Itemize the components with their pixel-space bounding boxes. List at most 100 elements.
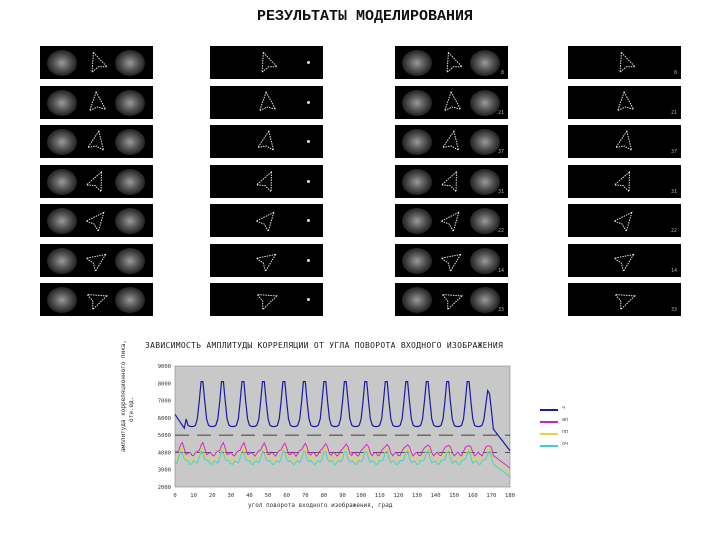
aircraft-shape — [256, 129, 275, 152]
correlation-peak — [307, 179, 310, 183]
tile: 14 — [395, 243, 508, 277]
correlation-peak — [307, 61, 310, 64]
tile: 33 — [568, 283, 681, 316]
tile — [210, 204, 323, 237]
angle-tag: 8 — [673, 70, 677, 76]
correlation-glow — [470, 287, 500, 313]
tile — [40, 46, 153, 79]
aircraft-shape — [616, 90, 635, 112]
aircraft-shape — [261, 51, 279, 74]
tile — [40, 164, 153, 198]
legend-swatch — [540, 433, 558, 435]
correlation-glow — [115, 89, 145, 116]
correlation-glow — [47, 89, 77, 116]
legend-label: ч — [562, 405, 566, 411]
aircraft-shape — [440, 211, 460, 233]
tile — [210, 125, 323, 158]
y-tick-label: 6000 — [158, 416, 171, 422]
aircraft-shape — [613, 170, 630, 193]
x-tick-label: 90 — [339, 493, 346, 499]
aircraft-shape — [91, 51, 109, 74]
correlation-peak — [307, 298, 310, 301]
correlation-glow — [402, 129, 432, 155]
correlation-glow — [47, 50, 77, 76]
aircraft-shape — [255, 253, 277, 273]
angle-tag: 21 — [497, 109, 504, 116]
correlation-peak — [307, 219, 310, 222]
y-tick-label: 8000 — [158, 381, 171, 387]
tile: 37 — [395, 125, 508, 158]
aircraft-shape — [256, 293, 279, 311]
correlation-glow — [115, 129, 145, 155]
aircraft-shape — [440, 253, 462, 273]
x-tick-label: 60 — [283, 493, 290, 499]
angle-tag: 31 — [670, 188, 677, 195]
x-tick-label: 160 — [468, 493, 478, 499]
correlation-glow — [402, 168, 432, 195]
y-tick-label: 9000 — [158, 364, 171, 370]
correlation-glow — [115, 50, 145, 76]
correlation-glow — [47, 129, 77, 155]
correlation-glow — [47, 168, 77, 195]
x-tick-label: 100 — [356, 493, 366, 499]
x-tick-label: 40 — [246, 493, 253, 499]
correlation-glow — [47, 287, 77, 313]
aircraft-shape — [614, 293, 637, 311]
aircraft-shape — [440, 170, 457, 193]
aircraft-shape — [441, 129, 460, 152]
tile: 33 — [395, 283, 508, 316]
aircraft-shape — [613, 211, 633, 233]
correlation-glow — [402, 50, 432, 76]
x-tick-label: 150 — [449, 493, 459, 499]
aircraft-shape — [258, 90, 277, 112]
tile — [40, 125, 153, 158]
correlation-glow — [115, 287, 145, 313]
legend-item: пп — [540, 429, 600, 441]
y-tick-label: 7000 — [158, 399, 171, 405]
correlation-glow — [470, 129, 500, 155]
tile: 21 — [568, 85, 681, 119]
aircraft-shape — [619, 51, 637, 74]
y-tick-label: 2000 — [158, 485, 171, 491]
aircraft-shape — [86, 129, 105, 152]
correlation-glow — [402, 89, 432, 116]
x-tick-label: 50 — [265, 493, 272, 499]
x-tick-label: 120 — [393, 493, 403, 499]
tile: 22 — [395, 204, 508, 237]
aircraft-shape — [614, 129, 633, 152]
correlation-glow — [470, 247, 500, 274]
correlation-glow — [402, 247, 432, 274]
legend-swatch — [540, 445, 558, 447]
x-tick-label: 130 — [412, 493, 422, 499]
tile — [40, 283, 153, 316]
y-axis-label-line2: отн.ед. — [128, 396, 135, 422]
tile: 22 — [568, 204, 681, 237]
chart-legend: ч ап пп оч — [540, 405, 600, 453]
aircraft-shape — [443, 90, 462, 112]
chart-title: ЗАВИСИМОСТЬ АМПЛИТУДЫ КОРРЕЛЯЦИИ ОТ УГЛА… — [145, 341, 504, 350]
aircraft-shape — [86, 293, 109, 311]
angle-tag: 14 — [670, 267, 677, 274]
angle-tag: 37 — [670, 149, 677, 155]
aircraft-shape — [85, 170, 102, 193]
tile: 31 — [395, 164, 508, 198]
x-tick-label: 20 — [209, 493, 216, 499]
x-tick-label: 10 — [190, 493, 197, 499]
page-title: РЕЗУЛЬТАТЫ МОДЕЛИРОВАНИЯ — [256, 8, 474, 25]
aircraft-shape — [85, 211, 105, 233]
legend-item: ап — [540, 417, 600, 429]
legend-label: пп — [562, 429, 569, 435]
correlation-glow — [470, 50, 500, 76]
tile — [210, 283, 323, 316]
legend-item: оч — [540, 441, 600, 453]
angle-tag: 22 — [670, 228, 677, 234]
legend-swatch — [540, 421, 558, 423]
angle-tag: 33 — [670, 307, 677, 313]
tile: 31 — [568, 164, 681, 198]
correlation-glow — [47, 247, 77, 274]
y-tick-label: 3000 — [158, 468, 171, 474]
aircraft-shape — [255, 211, 275, 233]
correlation-glow — [402, 287, 432, 313]
x-tick-label: 80 — [321, 493, 328, 499]
angle-tag: 8 — [500, 70, 504, 76]
